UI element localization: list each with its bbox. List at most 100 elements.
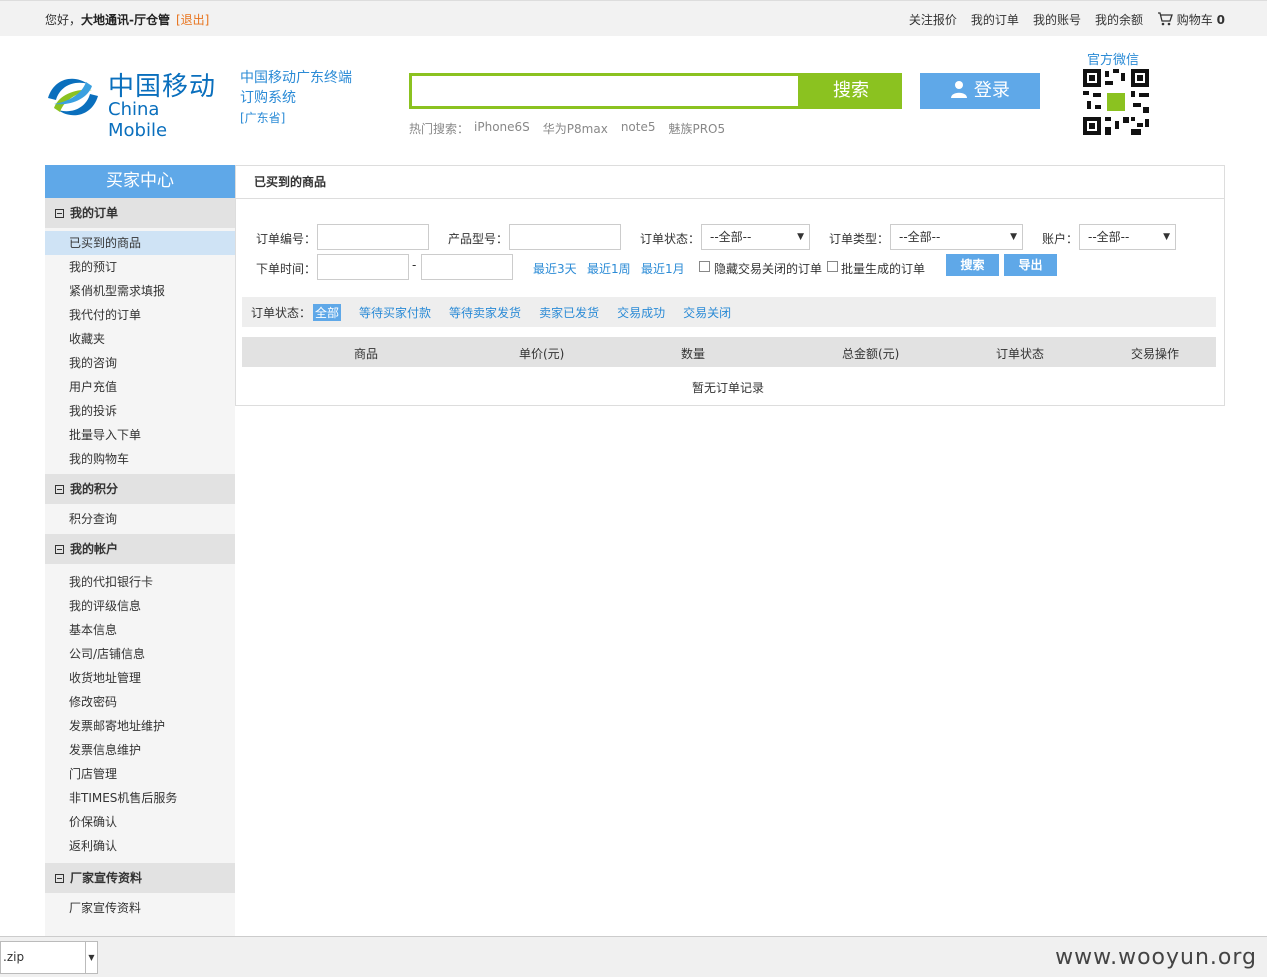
sidebar-item-rebate[interactable]: 返利确认	[45, 834, 235, 858]
recent-1-month-link[interactable]: 最近1月	[641, 260, 685, 277]
slogan-line1: 中国移动广东终端	[240, 70, 352, 86]
hide-closed-label: 隐藏交易关闭的订单	[714, 262, 823, 276]
cart-icon	[1157, 12, 1173, 26]
order-type-select[interactable]: --全部--	[890, 224, 1023, 250]
hot-term[interactable]: 华为P8max	[543, 120, 608, 137]
search-button[interactable]: 搜索	[800, 73, 902, 109]
col-order-status: 订单状态	[996, 347, 1045, 361]
account-select[interactable]: --全部--	[1079, 224, 1176, 250]
end-date-input[interactable]	[421, 254, 513, 280]
order-status-label: 订单状态：	[640, 232, 701, 246]
section-items: 积分查询	[45, 504, 235, 534]
hot-label: 热门搜索：	[409, 122, 470, 136]
sidebar-item-cart[interactable]: 我的购物车	[45, 447, 235, 471]
sidebar-item-bank-card[interactable]: 我的代扣银行卡	[45, 570, 235, 594]
date-separator: -	[412, 258, 417, 272]
sidebar-item-store-management[interactable]: 门店管理	[45, 762, 235, 786]
sidebar-item-purchased[interactable]: 已买到的商品	[45, 231, 235, 255]
greeting-text: 您好，	[45, 13, 82, 27]
tab-shipped[interactable]: 卖家已发货	[539, 304, 599, 321]
hide-closed-checkbox[interactable]	[699, 261, 710, 272]
sidebar-item-reservations[interactable]: 我的预订	[45, 255, 235, 279]
batch-generated-checkbox[interactable]	[827, 261, 838, 272]
status-tabs-label: 订单状态：	[251, 305, 312, 320]
greeting-area: 您好，大地通讯-厅仓管 [退出]	[45, 11, 209, 28]
sidebar-item-batch-import[interactable]: 批量导入下单	[45, 423, 235, 447]
collapse-icon	[55, 873, 64, 883]
recent-1-week-link[interactable]: 最近1周	[587, 260, 631, 277]
col-quantity: 数量	[681, 347, 706, 361]
sidebar-item-company-info[interactable]: 公司/店铺信息	[45, 642, 235, 666]
sidebar-item-password[interactable]: 修改密码	[45, 690, 235, 714]
recent-3-days-link[interactable]: 最近3天	[533, 260, 577, 277]
tab-awaiting-payment[interactable]: 等待买家付款	[359, 304, 431, 321]
tab-success[interactable]: 交易成功	[617, 304, 665, 321]
sidebar-item-favorites[interactable]: 收藏夹	[45, 327, 235, 351]
search-input[interactable]	[409, 73, 801, 109]
product-model-input[interactable]	[509, 224, 621, 250]
tab-closed[interactable]: 交易关闭	[683, 304, 731, 321]
sidebar-item-inquiries[interactable]: 我的咨询	[45, 351, 235, 375]
section-vendor-materials[interactable]: 厂家宣传资料	[45, 863, 235, 893]
filter-search-button[interactable]: 搜索	[946, 254, 999, 276]
collapse-icon	[55, 544, 64, 554]
collapse-icon	[55, 484, 64, 494]
sidebar-item-proxy-paid[interactable]: 我代付的订单	[45, 303, 235, 327]
section-my-account[interactable]: 我的帐户	[45, 534, 235, 564]
order-status-select[interactable]: --全部--	[701, 224, 810, 250]
sidebar-item-vendor-materials[interactable]: 厂家宣传资料	[45, 896, 235, 920]
top-bar: 您好，大地通讯-厅仓管 [退出] 关注报价 我的订单 我的账号 我的余额 购物车 …	[0, 0, 1267, 36]
sidebar-item-recharge[interactable]: 用户充值	[45, 375, 235, 399]
chevron-down-icon[interactable]: ▼	[85, 942, 97, 973]
tab-all[interactable]: 全部	[313, 303, 342, 321]
sidebar-item-price-protection[interactable]: 价保确认	[45, 810, 235, 834]
cart-link[interactable]: 购物车 0	[1157, 11, 1225, 28]
section-items: 我的代扣银行卡 我的评级信息 基本信息 公司/店铺信息 收货地址管理 修改密码 …	[45, 564, 235, 861]
sidebar-item-demand[interactable]: 紧俏机型需求填报	[45, 279, 235, 303]
order-time-label: 下单时间：	[256, 262, 317, 276]
user-icon	[951, 81, 968, 98]
china-mobile-logo[interactable]: 中国移动 China Mobile	[44, 66, 224, 141]
slogan-line2: 订购系统	[240, 90, 296, 106]
sidebar: 买家中心 我的订单 已买到的商品 我的预订 紧俏机型需求填报 我代付的订单 收藏…	[45, 165, 235, 936]
my-orders-link[interactable]: 我的订单	[971, 11, 1019, 28]
start-date-input[interactable]	[317, 254, 409, 280]
cart-count: 0	[1216, 13, 1225, 27]
download-bar: .zip ▼ www.wooyun.org	[0, 936, 1267, 977]
cart-label: 购物车	[1176, 13, 1213, 27]
section-my-orders[interactable]: 我的订单	[45, 198, 235, 228]
section-my-points[interactable]: 我的积分	[45, 474, 235, 504]
my-balance-link[interactable]: 我的余额	[1095, 11, 1143, 28]
order-no-input[interactable]	[317, 224, 429, 250]
download-item[interactable]: .zip ▼	[0, 941, 98, 974]
empty-message: 暂无订单记录	[692, 381, 765, 395]
sidebar-item-rating[interactable]: 我的评级信息	[45, 594, 235, 618]
col-product: 商品	[354, 347, 379, 361]
hot-term[interactable]: 魅族PRO5	[668, 120, 725, 137]
section-items: 已买到的商品 我的预订 紧俏机型需求填报 我代付的订单 收藏夹 我的咨询 用户充…	[45, 228, 235, 474]
export-button[interactable]: 导出	[1004, 254, 1057, 276]
login-label: 登录	[973, 80, 1010, 101]
follow-quote-link[interactable]: 关注报价	[909, 11, 957, 28]
sidebar-item-invoice-info[interactable]: 发票信息维护	[45, 738, 235, 762]
col-actions: 交易操作	[1131, 347, 1180, 361]
sidebar-item-points-query[interactable]: 积分查询	[45, 507, 235, 531]
sidebar-item-complaints[interactable]: 我的投诉	[45, 399, 235, 423]
sidebar-item-address[interactable]: 收货地址管理	[45, 666, 235, 690]
col-unit-price: 单价(元)	[519, 347, 565, 361]
tab-awaiting-shipment[interactable]: 等待卖家发货	[449, 304, 521, 321]
china-mobile-logo-icon	[48, 78, 98, 116]
hot-term[interactable]: iPhone6S	[474, 120, 530, 137]
status-tabs: 订单状态： 全部 等待买家付款 等待卖家发货 卖家已发货 交易成功 交易关闭	[242, 297, 1216, 327]
page-title: 已买到的商品	[236, 166, 1224, 199]
order-no-label: 订单编号：	[256, 232, 317, 246]
hot-term[interactable]: note5	[621, 120, 656, 137]
sidebar-item-invoice-address[interactable]: 发票邮寄地址维护	[45, 714, 235, 738]
my-account-link[interactable]: 我的账号	[1033, 11, 1081, 28]
sidebar-item-basic-info[interactable]: 基本信息	[45, 618, 235, 642]
orders-table-header: 商品 单价(元) 数量 总金额(元) 订单状态 交易操作	[242, 337, 1216, 367]
login-button[interactable]: 登录	[920, 73, 1040, 109]
sidebar-item-after-sales[interactable]: 非TIMES机售后服务	[45, 786, 235, 810]
batch-generated-label: 批量生成的订单	[841, 262, 926, 276]
logout-link[interactable]: [退出]	[176, 13, 209, 27]
